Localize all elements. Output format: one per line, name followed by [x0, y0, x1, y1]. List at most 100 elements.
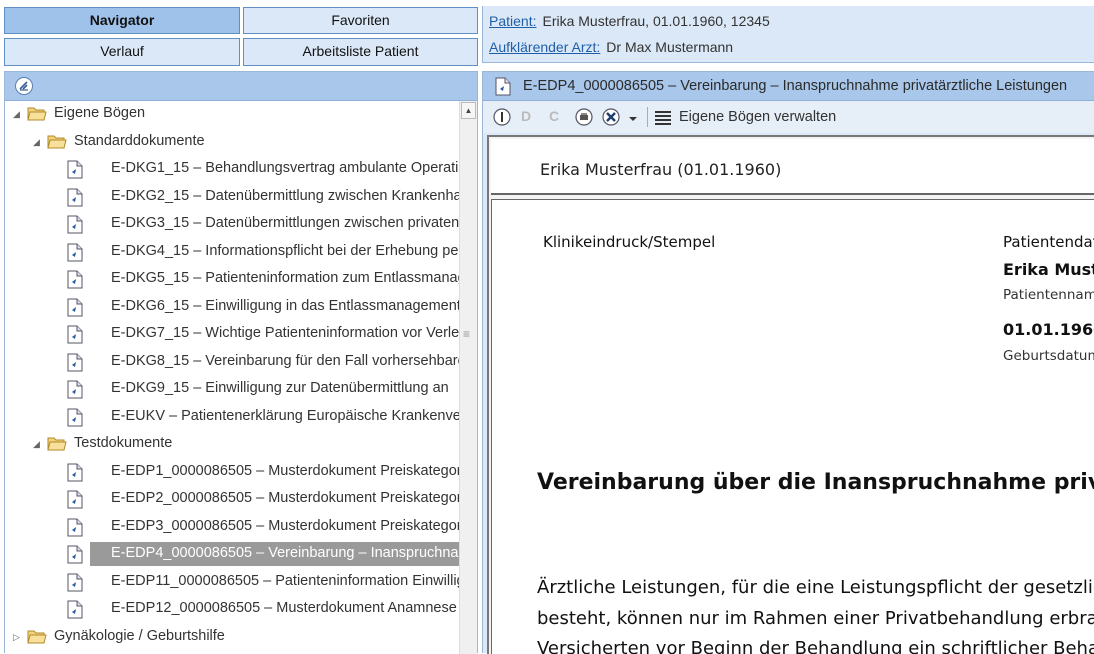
patient-link[interactable]: Patient: [489, 13, 536, 29]
folder-icon [27, 629, 47, 648]
document-title-bar: E-EDP4_0000086505 – Vereinbarung – Inans… [483, 72, 1094, 101]
folder-icon [27, 106, 47, 125]
tree-item-label: E-DKG3_15 – Datenübermittlungen zwischen… [111, 215, 459, 231]
tree-item[interactable]: E-EUKV – Patientenerklärung Europäische … [5, 405, 459, 429]
disabled-d-icon[interactable]: D [521, 108, 539, 126]
expanded-arrow-icon[interactable]: ◢ [13, 109, 23, 119]
document-icon [67, 573, 83, 594]
folder-icon [47, 134, 67, 153]
disabled-c-icon[interactable]: C [549, 108, 567, 126]
scroll-up-arrow-icon[interactable]: ▲ [461, 102, 476, 119]
aufklaerender-arzt-link[interactable]: Aufklärender Arzt: [489, 39, 600, 55]
document-icon [67, 325, 83, 346]
tree-item[interactable]: E-EDP2_0000086505 – Musterdokument Preis… [5, 487, 459, 511]
tree-item[interactable]: E-DKG7_15 – Wichtige Patienteninformatio… [5, 322, 459, 346]
tree-folder-gynaekologie[interactable]: ▷ Gynäkologie / Geburtshilfe [5, 625, 459, 649]
document-patient-name: Erika Musterfrau (01.01.1960) [540, 160, 782, 179]
patient-data-label: Patientendaten [1003, 233, 1094, 251]
tree-item[interactable]: E-EDP1_0000086505 – Musterdokument Preis… [5, 460, 459, 484]
info-icon[interactable] [493, 108, 511, 126]
tree-item-label: E-DKG5_15 – Patienteninformation zum Ent… [111, 270, 459, 286]
tree-scrollbar[interactable]: ▲ ≡ [459, 101, 477, 654]
document-icon [67, 215, 83, 236]
document-icon [67, 298, 83, 319]
tree-item-label: E-EDP11_0000086505 – Patienteninformatio… [111, 572, 459, 589]
document-icon [67, 160, 83, 181]
expanded-arrow-icon[interactable]: ◢ [33, 439, 43, 449]
tree-item-label: E-DKG9_15 – Einwilligung zur Datenübermi… [111, 380, 449, 396]
tree-folder-label: Eigene Bögen [54, 105, 146, 121]
document-icon [67, 408, 83, 429]
document-icon [67, 490, 83, 511]
document-view: Erika Musterfrau (01.01.1960) Klinikeind… [487, 135, 1094, 654]
tree-item[interactable]: E-EDP11_0000086505 – Patienteninformatio… [5, 570, 459, 594]
expanded-arrow-icon[interactable]: ◢ [33, 137, 43, 147]
tree-item[interactable]: E-EDP3_0000086505 – Musterdokument Preis… [5, 515, 459, 539]
document-icon [67, 545, 83, 566]
document-icon [67, 353, 83, 374]
tree-item[interactable]: E-EDP12_0000086505 – Musterdokument Anam… [5, 597, 459, 621]
document-title: E-EDP4_0000086505 – Vereinbarung – Inans… [523, 78, 1068, 94]
collapse-panel-icon[interactable] [15, 77, 33, 95]
tree-item-label: E-DKG1_15 – Behandlungsvertrag ambulante… [111, 160, 459, 176]
tree-item-label: E-EDP3_0000086505 – Musterdokument Preis… [111, 517, 459, 534]
toolbar-separator [647, 107, 648, 127]
tree-item-label: E-EUKV – Patientenerklärung Europäische … [111, 407, 459, 424]
tree-folder-testdokumente[interactable]: ◢ Testdokumente [5, 432, 459, 456]
tree-item-label: E-EDP4_0000086505 – Vereinbarung – Inans… [111, 545, 459, 561]
tree-item[interactable]: E-DKG5_15 – Patienteninformation zum Ent… [5, 267, 459, 291]
navigator-panel: ◢ Eigene Bögen ◢ Standarddokumente E-DKG1_15… [4, 71, 478, 654]
tree-item-label: E-DKG2_15 – Datenübermittlung zwischen K… [111, 187, 459, 204]
verlauf-button[interactable]: Verlauf [4, 38, 240, 66]
document-page: Klinikeindruck/Stempel Patientendaten Er… [491, 199, 1094, 654]
birth-date-value: 01.01.1960 [1003, 320, 1094, 339]
tree-item-selected[interactable]: E-EDP4_0000086505 – Vereinbarung – Inans… [5, 542, 459, 566]
tree-item[interactable]: E-DKG4_15 – Informationspflicht bei der … [5, 240, 459, 264]
favoriten-button[interactable]: Favoriten [243, 7, 478, 34]
tree-item[interactable]: E-DKG6_15 – Einwilligung in das Entlassm… [5, 295, 459, 319]
patient-name-label: Patientenname [1003, 287, 1094, 303]
document-icon [67, 243, 83, 264]
document-icon [495, 77, 511, 101]
tree-item[interactable]: E-DKG2_15 – Datenübermittlung zwischen K… [5, 185, 459, 209]
tree-item-label: E-EDP12_0000086505 – Musterdokument Anam… [111, 600, 457, 616]
tree-folder-standarddokumente[interactable]: ◢ Standarddokumente [5, 130, 459, 154]
tree-item-label: E-EDP2_0000086505 – Musterdokument Preis… [111, 490, 459, 506]
patient-row: Patient: Erika Musterfrau, 01.01.1960, 12… [489, 13, 770, 29]
tree-item[interactable]: E-DKG8_15 – Vereinbarung für den Fall vo… [5, 350, 459, 374]
tree-item[interactable]: E-DKG1_15 – Behandlungsvertrag ambulante… [5, 157, 459, 181]
tree-item-label: E-DKG8_15 – Vereinbarung für den Fall vo… [111, 352, 459, 369]
patient-value: Erika Musterfrau, 01.01.1960, 12345 [542, 13, 770, 29]
document-toolbar: D C Eigene Bögen verwalten [483, 101, 1094, 133]
document-heading: Vereinbarung über die Inanspruchnahme pr… [537, 470, 1094, 495]
clinic-stamp-label: Klinikeindruck/Stempel [543, 233, 716, 251]
tree-item-label: E-EDP1_0000086505 – Musterdokument Preis… [111, 462, 459, 479]
tree-folder-eigene-boegen[interactable]: ◢ Eigene Bögen [5, 102, 459, 126]
arzt-row: Aufklärender Arzt: Dr Max Mustermann [489, 39, 733, 55]
navigator-button[interactable]: Navigator [4, 7, 240, 34]
body-line-3: Versicherten vor Beginn der Behandlung e… [537, 638, 1094, 654]
document-panel: E-EDP4_0000086505 – Vereinbarung – Inans… [482, 71, 1094, 654]
arbeitsliste-patient-button[interactable]: Arbeitsliste Patient [243, 38, 478, 66]
tree-folder-label: Testdokumente [74, 435, 173, 451]
collapsed-arrow-icon[interactable]: ▷ [13, 632, 23, 642]
folder-icon [47, 436, 67, 455]
patient-name-box: Erika Musterfrau (01.01.1960) [491, 139, 1094, 195]
dropdown-arrow-icon[interactable] [628, 111, 646, 129]
tree-item[interactable]: E-DKG9_15 – Einwilligung zur Datenübermi… [5, 377, 459, 401]
patient-name-value: Erika Musterfrau [1003, 260, 1094, 279]
list-manage-icon[interactable] [655, 111, 673, 129]
document-icon [67, 188, 83, 209]
print-icon[interactable] [575, 108, 593, 126]
document-icon [67, 518, 83, 539]
document-icon [67, 463, 83, 484]
tree-item[interactable]: E-DKG3_15 – Datenübermittlungen zwischen… [5, 212, 459, 236]
tree-folder-label: Standarddokumente [74, 132, 205, 149]
tree-item-label: E-DKG6_15 – Einwilligung in das Entlassm… [111, 297, 459, 314]
document-icon [67, 600, 83, 621]
eigene-boegen-verwalten-button[interactable]: Eigene Bögen verwalten [679, 109, 836, 125]
close-document-icon[interactable] [602, 108, 620, 126]
document-tree: ◢ Eigene Bögen ◢ Standarddokumente E-DKG1_15… [5, 101, 459, 654]
patient-info-header: Patient: Erika Musterfrau, 01.01.1960, 12… [482, 6, 1094, 63]
scroll-grip-icon[interactable]: ≡ [463, 328, 474, 340]
